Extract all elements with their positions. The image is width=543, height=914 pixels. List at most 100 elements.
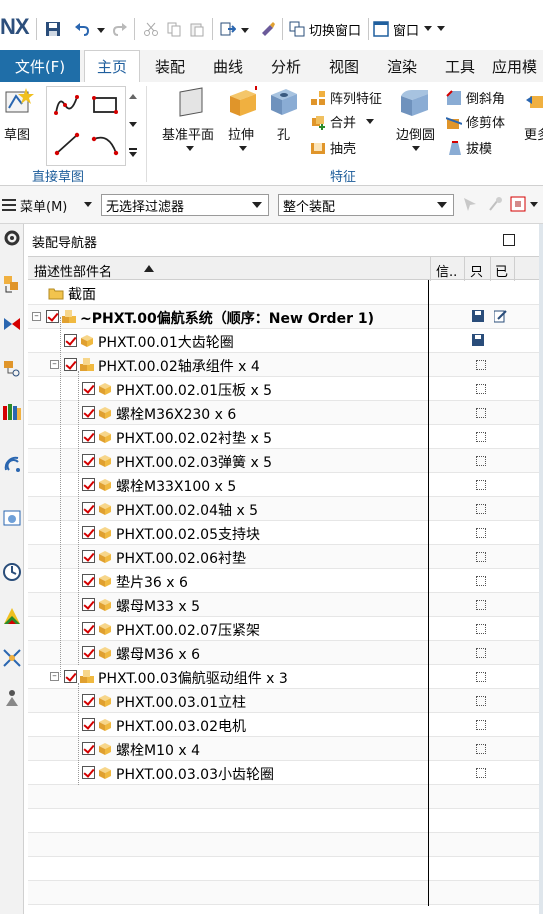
readonly-checkbox[interactable]: [476, 480, 486, 490]
tab-assembly[interactable]: 装配: [144, 50, 196, 82]
selection-scope-select[interactable]: 整个装配: [278, 194, 454, 216]
readonly-checkbox[interactable]: [476, 624, 486, 634]
extrude-icon[interactable]: [226, 86, 260, 118]
visibility-checkbox[interactable]: [82, 646, 95, 659]
tree-row[interactable]: PHXT.00.02.02衬垫 x 5: [28, 425, 543, 449]
roles-icon[interactable]: [2, 688, 22, 708]
constraint-navigator-icon[interactable]: [2, 314, 22, 334]
tab-render[interactable]: 渲染: [376, 50, 428, 82]
datum-plane-label[interactable]: 基准平面: [162, 124, 214, 143]
cut-icon[interactable]: [143, 21, 159, 37]
column-header-readonly[interactable]: 只: [470, 261, 483, 280]
touch-mode-icon[interactable]: [260, 21, 276, 37]
copy-icon[interactable]: [166, 21, 182, 37]
vertical-scrollbar[interactable]: [539, 224, 543, 914]
trim-body-label[interactable]: 修剪体: [466, 112, 505, 131]
visibility-checkbox[interactable]: [82, 382, 95, 395]
column-header-modified[interactable]: 已: [495, 261, 508, 280]
tree-row[interactable]: PHXT.00.02.06衬垫: [28, 545, 543, 569]
readonly-checkbox[interactable]: [476, 432, 486, 442]
tab-curve[interactable]: 曲线: [202, 50, 254, 82]
tree-row[interactable]: PHXT.00.02.05支持块: [28, 521, 543, 545]
tree-row[interactable]: 螺母M33 x 5: [28, 593, 543, 617]
unite-label[interactable]: 合并: [330, 112, 356, 131]
pattern-feature-icon[interactable]: [310, 90, 326, 106]
draft-label[interactable]: 拔模: [466, 138, 492, 157]
shell-icon[interactable]: [310, 140, 326, 156]
readonly-checkbox[interactable]: [476, 456, 486, 466]
visibility-checkbox[interactable]: [82, 598, 95, 611]
tree-row[interactable]: PHXT.00.03.01立柱: [28, 689, 543, 713]
tree-row[interactable]: 螺栓M36X230 x 6: [28, 401, 543, 425]
redo-icon[interactable]: [112, 21, 128, 37]
visibility-checkbox[interactable]: [46, 310, 59, 323]
collapse-toggle[interactable]: –: [50, 672, 59, 681]
datum-plane-icon[interactable]: [176, 86, 206, 118]
type-filter-select[interactable]: 无选择过滤器: [101, 194, 269, 216]
more-icon[interactable]: [526, 92, 543, 110]
visibility-checkbox[interactable]: [82, 718, 95, 731]
visibility-checkbox[interactable]: [82, 550, 95, 563]
collapse-toggle[interactable]: –: [50, 360, 59, 369]
pattern-feature-label[interactable]: 阵列特征: [330, 88, 382, 107]
menu-button[interactable]: 菜单(M): [20, 196, 67, 215]
save-icon[interactable]: [472, 334, 484, 346]
assembly-navigator-icon[interactable]: [2, 274, 22, 294]
edge-blend-label[interactable]: 边倒圆: [396, 124, 435, 143]
switch-window-button[interactable]: 切换窗口: [289, 18, 361, 40]
column-header-name[interactable]: 描述性部件名: [34, 261, 112, 280]
sort-ascending-icon[interactable]: [144, 265, 154, 272]
sketch-icon[interactable]: [4, 86, 36, 116]
tab-application[interactable]: 应用模: [492, 50, 543, 82]
clock-icon[interactable]: [2, 562, 22, 582]
menu-icon[interactable]: [2, 198, 18, 212]
tree-row[interactable]: PHXT.00.02.01压板 x 5: [28, 377, 543, 401]
part-navigator-icon[interactable]: [2, 358, 22, 378]
readonly-checkbox[interactable]: [476, 600, 486, 610]
tree-row[interactable]: 螺栓M10 x 4: [28, 737, 543, 761]
column-header-info[interactable]: 信..: [436, 261, 457, 280]
tab-home[interactable]: 主页: [84, 50, 140, 82]
tab-tools[interactable]: 工具: [434, 50, 486, 82]
visibility-checkbox[interactable]: [64, 334, 77, 347]
readonly-checkbox[interactable]: [476, 744, 486, 754]
shell-label[interactable]: 抽壳: [330, 138, 356, 157]
collapse-toggle[interactable]: –: [32, 312, 41, 321]
extrude-label[interactable]: 拉伸: [228, 124, 254, 143]
dropdown-icon[interactable]: [84, 202, 92, 208]
settings-icon[interactable]: [2, 228, 22, 248]
visibility-checkbox[interactable]: [82, 526, 95, 539]
visibility-checkbox[interactable]: [82, 430, 95, 443]
visibility-checkbox[interactable]: [82, 406, 95, 419]
tab-view[interactable]: 视图: [318, 50, 370, 82]
readonly-checkbox[interactable]: [476, 384, 486, 394]
tree-row[interactable]: 螺母M36 x 6: [28, 641, 543, 665]
readonly-checkbox[interactable]: [476, 768, 486, 778]
readonly-checkbox[interactable]: [476, 408, 486, 418]
studio-spline-icon[interactable]: [53, 93, 81, 117]
hole-icon[interactable]: [268, 86, 300, 118]
readonly-checkbox[interactable]: [476, 720, 486, 730]
tree-row[interactable]: – ~PHXT.00偏航系统（顺序：New Order 1): [28, 305, 543, 329]
tree-row[interactable]: – PHXT.00.02轴承组件 x 4: [28, 353, 543, 377]
visibility-checkbox[interactable]: [82, 502, 95, 515]
tree-row[interactable]: PHXT.00.02.07压紧架: [28, 617, 543, 641]
dropdown-icon[interactable]: [366, 119, 374, 125]
trim-body-icon[interactable]: [446, 114, 462, 130]
dropdown-icon[interactable]: [412, 146, 420, 152]
tree-row[interactable]: – PHXT.00.03偏航驱动组件 x 3: [28, 665, 543, 689]
readonly-checkbox[interactable]: [476, 696, 486, 706]
paste-icon[interactable]: [189, 21, 205, 37]
visibility-checkbox[interactable]: [82, 478, 95, 491]
maximize-icon[interactable]: [503, 234, 515, 246]
rectangle-icon[interactable]: [91, 95, 119, 115]
tab-file[interactable]: 文件(F): [0, 50, 80, 82]
visibility-checkbox[interactable]: [82, 454, 95, 467]
chamfer-icon[interactable]: [446, 90, 462, 106]
readonly-checkbox[interactable]: [476, 648, 486, 658]
readonly-checkbox[interactable]: [476, 672, 486, 682]
visibility-checkbox[interactable]: [64, 358, 77, 371]
selection-icon[interactable]: [462, 196, 478, 212]
chamfer-label[interactable]: 倒斜角: [466, 88, 505, 107]
select-options-icon[interactable]: [510, 196, 526, 212]
